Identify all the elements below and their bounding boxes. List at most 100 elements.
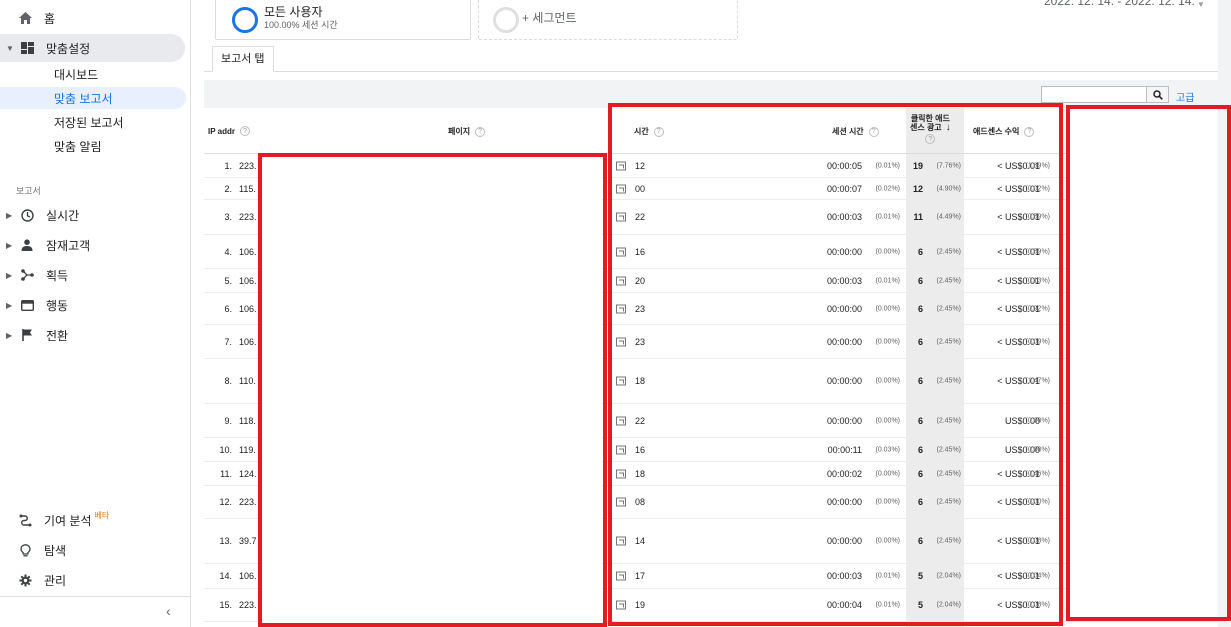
sidebar-subitem-label: 대시보드 bbox=[54, 67, 99, 82]
sidebar-item-behavior[interactable]: ▶ 행동 bbox=[0, 293, 68, 317]
row-number: 7. bbox=[224, 336, 232, 347]
ip-value[interactable]: 115. bbox=[239, 184, 256, 194]
help-icon[interactable]: ? bbox=[475, 126, 486, 137]
header-page[interactable]: 페이지? bbox=[448, 126, 486, 137]
header-page-label: 페이지 bbox=[448, 127, 471, 136]
acquisition-icon bbox=[20, 268, 34, 282]
row-number: 4. bbox=[224, 246, 232, 257]
clock-icon bbox=[20, 208, 34, 222]
search-icon bbox=[1152, 89, 1163, 100]
add-segment-card[interactable]: + 세그먼트 bbox=[478, 0, 738, 40]
caret-right-icon: ▶ bbox=[6, 330, 13, 340]
sidebar-subitem-dashboard[interactable]: 대시보드 bbox=[0, 63, 186, 85]
lightbulb-icon bbox=[18, 543, 32, 557]
sidebar-item-customization[interactable]: ▼ 맞춤설정 bbox=[0, 34, 185, 62]
sidebar-subitem-label: 저장된 보고서 bbox=[54, 115, 124, 130]
sidebar-item-home[interactable]: 홈 bbox=[0, 6, 55, 30]
row-number: 8. bbox=[224, 376, 232, 386]
sidebar-item-discover[interactable]: 탐색 bbox=[0, 538, 66, 562]
sidebar-item-label: 실시간 bbox=[46, 208, 80, 223]
sidebar-item-label: 잠재고객 bbox=[46, 238, 91, 253]
redaction-box-metrics bbox=[608, 103, 1063, 626]
row-number: 12. bbox=[219, 497, 232, 507]
ip-value[interactable]: 223. bbox=[239, 161, 257, 171]
sidebar: 홈 ▼ 맞춤설정 대시보드 맞춤 보고서 저장된 보고서 맞춤 알림 보고서 ▶… bbox=[0, 0, 191, 627]
header-ip[interactable]: IP addr? bbox=[208, 126, 250, 136]
ip-value[interactable]: 223. bbox=[239, 600, 257, 610]
caret-right-icon: ▶ bbox=[6, 240, 13, 250]
flag-icon bbox=[20, 328, 34, 342]
sidebar-item-attribution[interactable]: 기여 분석 베타 bbox=[0, 508, 109, 532]
ip-value[interactable]: 106. bbox=[239, 304, 257, 314]
row-number: 1. bbox=[224, 160, 232, 171]
add-segment-label: + 세그먼트 bbox=[522, 11, 577, 25]
gear-icon bbox=[18, 573, 32, 587]
header-ip-label: IP addr bbox=[208, 126, 235, 136]
sidebar-item-label: 행동 bbox=[46, 298, 69, 313]
row-number: 2. bbox=[224, 183, 232, 194]
sidebar-subitem-custom-reports[interactable]: 맞춤 보고서 bbox=[0, 87, 186, 109]
segment-card-all-users[interactable]: 모든 사용자 100.00% 세션 시간 bbox=[215, 0, 471, 40]
row-number: 13. bbox=[219, 536, 232, 546]
sidebar-item-audience[interactable]: ▶ 잠재고객 bbox=[0, 233, 90, 257]
date-range-picker[interactable]: 2022. 12. 14. - 2022. 12. 14. bbox=[1044, 0, 1195, 8]
caret-right-icon: ▶ bbox=[6, 300, 13, 310]
row-number: 14. bbox=[219, 571, 232, 581]
sidebar-item-admin[interactable]: 관리 bbox=[0, 568, 66, 592]
ip-value[interactable]: 119. bbox=[239, 445, 256, 455]
table-search-input[interactable] bbox=[1041, 86, 1147, 103]
search-button[interactable] bbox=[1147, 86, 1169, 103]
row-number: 11. bbox=[220, 468, 232, 479]
reports-section-label: 보고서 bbox=[16, 186, 41, 196]
analytics-app: { "sidebar": { "home": "홈", "customizati… bbox=[0, 0, 1231, 627]
row-number: 15. bbox=[219, 600, 232, 610]
caret-down-icon: ▼ bbox=[6, 43, 14, 53]
sidebar-item-realtime[interactable]: ▶ 실시간 bbox=[0, 203, 79, 227]
home-icon bbox=[18, 11, 32, 25]
sidebar-item-label: 관리 bbox=[44, 573, 67, 588]
sidebar-item-conversions[interactable]: ▶ 전환 bbox=[0, 323, 68, 347]
person-icon bbox=[20, 238, 34, 252]
ip-value[interactable]: 118. bbox=[239, 416, 256, 426]
redaction-box-right bbox=[1066, 105, 1231, 621]
advanced-filter-link[interactable]: 고급 bbox=[1176, 89, 1194, 104]
chevron-left-icon: ‹ bbox=[166, 603, 171, 619]
beta-badge: 베타 bbox=[94, 510, 110, 520]
row-number: 9. bbox=[224, 415, 232, 426]
sidebar-subitem-label: 맞춤 알림 bbox=[54, 139, 102, 154]
sidebar-subitem-custom-alerts[interactable]: 맞춤 알림 bbox=[0, 135, 186, 157]
ip-value[interactable]: 124. bbox=[239, 469, 257, 479]
row-number: 10. bbox=[219, 444, 232, 455]
ip-value[interactable]: 39.7 bbox=[239, 536, 257, 546]
row-number: 5. bbox=[224, 275, 232, 286]
caret-right-icon: ▶ bbox=[6, 210, 13, 220]
help-icon[interactable]: ? bbox=[239, 126, 250, 136]
sidebar-item-label: 홈 bbox=[44, 11, 56, 26]
segment-ring-icon bbox=[232, 7, 258, 33]
tab-divider bbox=[204, 71, 1218, 72]
attribution-icon bbox=[18, 513, 32, 527]
redaction-box-page bbox=[258, 153, 607, 627]
dashboard-grid-icon bbox=[20, 41, 34, 55]
ip-value[interactable]: 106. bbox=[239, 571, 257, 581]
ip-value[interactable]: 106. bbox=[239, 276, 257, 286]
chevron-down-icon[interactable]: ▼ bbox=[1197, 0, 1205, 9]
sidebar-item-label: 기여 분석 bbox=[44, 513, 92, 528]
ip-value[interactable]: 223. bbox=[239, 497, 257, 507]
ip-value[interactable]: 106. bbox=[239, 337, 257, 347]
row-number: 6. bbox=[224, 303, 232, 314]
sidebar-collapse-button[interactable]: ‹ bbox=[0, 596, 191, 626]
sidebar-item-label: 탐색 bbox=[44, 543, 67, 558]
sidebar-item-acquisition[interactable]: ▶ 획득 bbox=[0, 263, 68, 287]
add-segment-ring-icon bbox=[493, 7, 519, 33]
ip-value[interactable]: 110. bbox=[239, 376, 256, 386]
ip-value[interactable]: 106. bbox=[239, 247, 257, 257]
sidebar-subitem-label: 맞춤 보고서 bbox=[54, 91, 113, 106]
tab-report[interactable]: 보고서 탭 bbox=[212, 46, 274, 72]
ip-value[interactable]: 223. bbox=[239, 212, 257, 222]
sidebar-item-label: 획득 bbox=[46, 268, 69, 283]
sidebar-subitem-saved-reports[interactable]: 저장된 보고서 bbox=[0, 111, 186, 133]
caret-right-icon: ▶ bbox=[6, 270, 13, 280]
sidebar-item-label: 맞춤설정 bbox=[46, 41, 91, 56]
segment-subtitle: 100.00% 세션 시간 bbox=[264, 20, 338, 30]
